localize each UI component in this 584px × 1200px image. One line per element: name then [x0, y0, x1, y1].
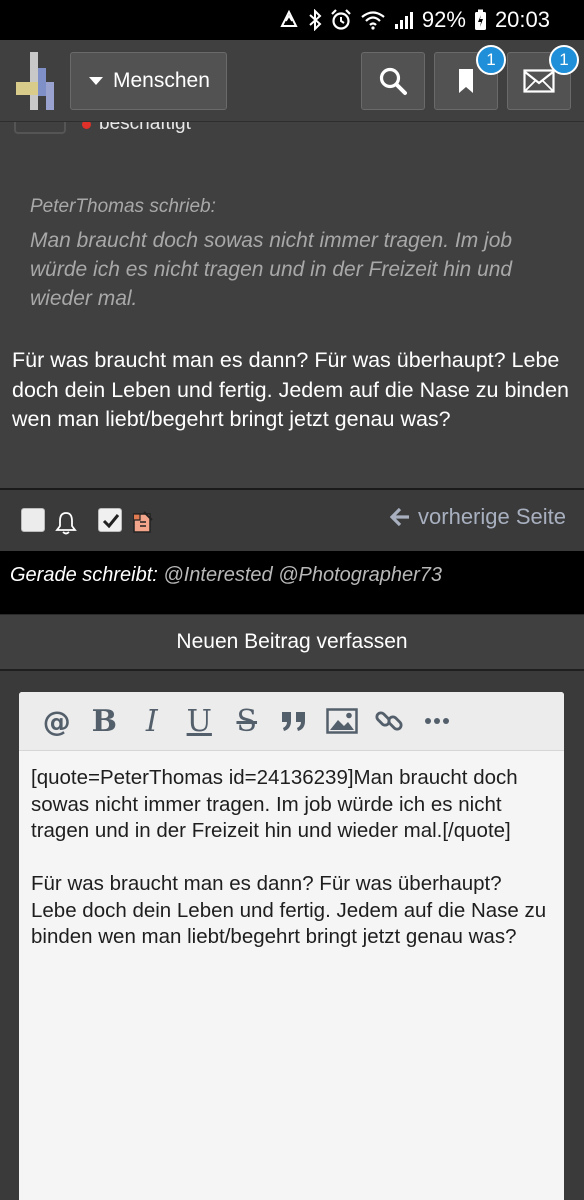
messages-button[interactable]: 1	[507, 45, 579, 110]
alarm-icon	[330, 8, 352, 32]
clock-time: 20:03	[494, 7, 550, 32]
previous-page-link[interactable]: vorherige Seite	[390, 504, 566, 530]
report-icon[interactable]	[132, 510, 154, 539]
status-bar: 92% 20:03	[0, 0, 584, 40]
new-post-header[interactable]: Neuen Beitrag verfassen	[0, 614, 584, 671]
quote-text: Man braucht doch sowas nicht immer trage…	[30, 229, 513, 310]
arrow-left-icon	[390, 508, 410, 526]
bold-icon[interactable]: B	[81, 699, 129, 743]
site-logo[interactable]	[14, 52, 56, 110]
select-checkbox[interactable]	[21, 508, 45, 532]
editor-textarea[interactable]: [quote=PeterThomas id=24136239]Man brauc…	[19, 751, 564, 965]
status-label: beschäftigt	[99, 122, 191, 134]
editor-toolbar: @ B I U S	[19, 692, 564, 751]
battery-icon	[474, 8, 487, 32]
post-editor: @ B I U S [quote=PeterThomas id=24136239…	[19, 692, 564, 1200]
avatar[interactable]	[14, 122, 66, 134]
italic-icon[interactable]: I	[128, 699, 176, 743]
quote-author: PeterThomas schrieb:	[30, 196, 216, 217]
link-icon[interactable]	[366, 699, 414, 743]
messages-badge: 1	[549, 45, 579, 75]
post-actions-bar: vorherige Seite	[0, 490, 584, 551]
image-icon[interactable]	[318, 699, 366, 743]
bluetooth-icon	[308, 8, 322, 32]
underline-icon[interactable]: U	[176, 699, 224, 743]
checkmark-icon	[102, 514, 120, 529]
new-post-title: Neuen Beitrag verfassen	[176, 630, 408, 653]
top-navigation: Menschen 1 1	[0, 40, 584, 122]
typing-indicator: Gerade schreibt: @Interested @Photograph…	[0, 551, 584, 614]
more-icon[interactable]	[413, 699, 461, 743]
envelope-icon	[523, 69, 555, 93]
reply-text: Für was braucht man es dann? Für was übe…	[12, 348, 570, 431]
bookmarks-badge: 1	[476, 45, 506, 75]
wifi-icon	[360, 8, 386, 32]
previous-page-label: vorherige Seite	[418, 504, 566, 529]
search-icon	[379, 67, 407, 95]
menu-dropdown-button[interactable]: Menschen	[70, 52, 227, 110]
editor-area: @ B I U S [quote=PeterThomas id=24136239…	[0, 671, 584, 1200]
signal-icon	[394, 8, 414, 32]
recycle-icon	[278, 8, 300, 32]
typing-label: Gerade schreibt:	[10, 564, 158, 586]
bookmarks-button[interactable]: 1	[434, 45, 506, 110]
strikethrough-icon[interactable]: S	[223, 699, 271, 743]
menu-label: Menschen	[113, 69, 210, 92]
bell-icon[interactable]	[54, 510, 78, 541]
battery-percent: 92%	[421, 7, 466, 32]
bookmark-icon	[459, 69, 473, 93]
search-button[interactable]	[361, 52, 425, 110]
post-content: beschäftigt PeterThomas schrieb: Man bra…	[0, 122, 584, 488]
mention-icon[interactable]: @	[33, 699, 81, 743]
caret-down-icon	[89, 77, 103, 85]
checked-checkbox[interactable]	[98, 508, 122, 532]
status-dot	[82, 122, 91, 129]
quote-icon[interactable]	[271, 699, 319, 743]
typing-users[interactable]: @Interested @Photographer73	[163, 564, 442, 586]
user-status: beschäftigt	[82, 122, 191, 135]
